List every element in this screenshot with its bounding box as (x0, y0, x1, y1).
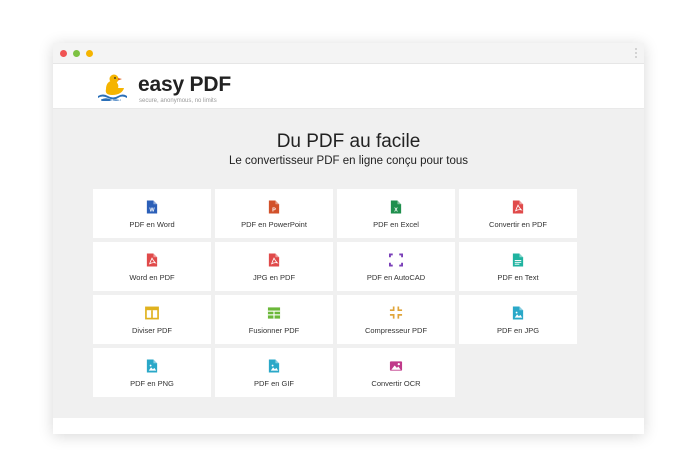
tool-tile-word-en-pdf[interactable]: Word en PDF (93, 242, 211, 291)
tool-tile-label: Diviser PDF (131, 325, 172, 335)
tool-tile-jpg-en-pdf[interactable]: JPG en PDF (215, 242, 333, 291)
svg-text:X: X (394, 207, 398, 213)
ocr-image-icon (389, 360, 403, 371)
tool-tile-pdf-en-autocad[interactable]: PDF en AutoCAD (337, 242, 455, 291)
site-header: easy PDF secure, anonymous, no limits (53, 64, 644, 109)
tool-tile-label: PDF en GIF (253, 378, 294, 388)
tool-tile-convertir-ocr[interactable]: Convertir OCR (337, 348, 455, 397)
svg-text:W: W (149, 207, 155, 213)
brand-tagline: secure, anonymous, no limits (139, 98, 217, 104)
minimize-window-dot[interactable] (73, 50, 80, 57)
tool-grid: W PDF en Word P PDF en PowerPoint X PDF en Ex… (93, 189, 577, 397)
tool-tile-label: Fusionner PDF (248, 325, 300, 335)
tool-tile-pdf-en-word[interactable]: W PDF en Word (93, 189, 211, 238)
compress-arrows-icon (389, 305, 403, 319)
tool-tile-label: PDF en Word (129, 219, 175, 229)
page-subtitle: Le convertisseur PDF en ligne conçu pour… (228, 155, 469, 167)
browser-window: easy PDF secure, anonymous, no limits Du… (53, 43, 644, 434)
tool-tile-label: Convertir OCR (371, 378, 421, 388)
tool-tile-label: PDF en JPG (496, 325, 540, 335)
svg-text:P: P (272, 207, 276, 213)
tool-tile-pdf-en-excel[interactable]: X PDF en Excel (337, 189, 455, 238)
pdf-file-icon (146, 252, 158, 267)
tool-tile-fusionner-pdf[interactable]: Fusionner PDF (215, 295, 333, 344)
excel-file-icon: X (390, 199, 402, 213)
tool-tile-pdf-en-text[interactable]: PDF en Text (459, 242, 577, 291)
duck-logo-icon[interactable] (97, 73, 127, 101)
pdf-file-icon (268, 252, 280, 267)
more-menu-icon[interactable] (635, 48, 638, 60)
tool-tile-pdf-en-png[interactable]: PDF en PNG (93, 348, 211, 397)
maximize-window-dot[interactable] (86, 50, 93, 57)
image-file-icon (146, 358, 158, 373)
powerpoint-file-icon: P (268, 199, 280, 213)
text-file-icon (512, 252, 524, 267)
page-title: Du PDF au facile (276, 131, 421, 152)
tool-tile-pdf-en-powerpoint[interactable]: P PDF en PowerPoint (215, 189, 333, 238)
tool-tile-label: JPG en PDF (252, 272, 296, 282)
image-file-icon (512, 305, 524, 320)
footer-strip (53, 418, 644, 434)
tool-tile-label: PDF en AutoCAD (366, 272, 426, 282)
expand-corners-icon (389, 252, 403, 267)
tool-tile-label: Convertir en PDF (489, 219, 547, 229)
brand-name[interactable]: easy PDF (138, 73, 231, 97)
browser-titlebar (53, 43, 644, 64)
close-window-dot[interactable] (60, 50, 67, 57)
tool-tile-pdf-en-gif[interactable]: PDF en GIF (215, 348, 333, 397)
tool-tile-label: PDF en PowerPoint (241, 219, 307, 229)
image-file-icon (268, 358, 280, 373)
tool-tile-label: PDF en PNG (130, 378, 174, 388)
pdf-file-icon (512, 199, 524, 214)
tool-tile-label: Compresseur PDF (364, 325, 428, 335)
tool-tile-label: PDF en Text (497, 272, 539, 282)
word-file-icon: W (146, 199, 158, 213)
tool-tile-convertir-en-pdf[interactable]: Convertir en PDF (459, 189, 577, 238)
tool-tile-pdf-en-jpg[interactable]: PDF en JPG (459, 295, 577, 344)
split-columns-icon (145, 306, 159, 319)
tool-tile-label: Word en PDF (129, 272, 175, 282)
merge-grid-icon (267, 306, 281, 319)
tool-tile-diviser-pdf[interactable]: Diviser PDF (93, 295, 211, 344)
tool-tile-compresseur-pdf[interactable]: Compresseur PDF (337, 295, 455, 344)
tool-tile-label: PDF en Excel (373, 219, 419, 229)
